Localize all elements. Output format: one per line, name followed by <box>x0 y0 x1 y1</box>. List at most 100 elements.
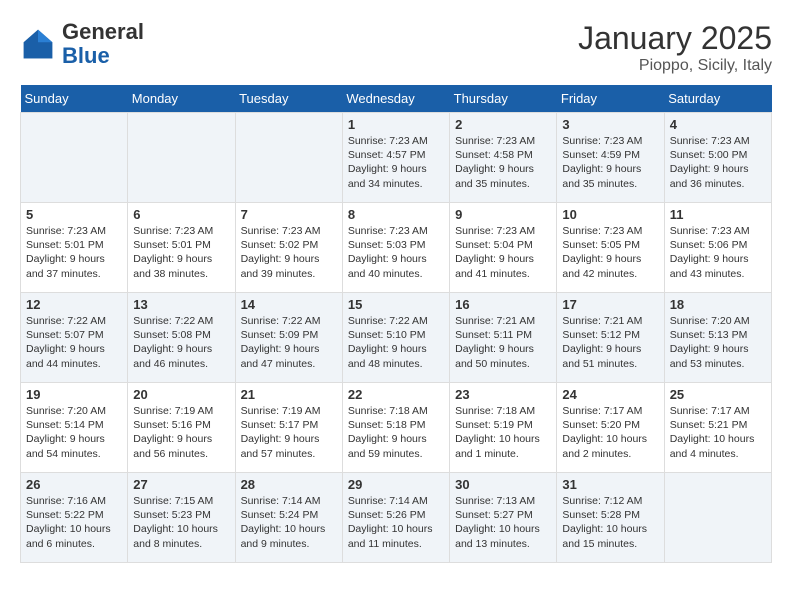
cell-content: Sunrise: 7:21 AM Sunset: 5:12 PM Dayligh… <box>562 314 658 371</box>
cell-content: Sunrise: 7:18 AM Sunset: 5:18 PM Dayligh… <box>348 404 444 461</box>
table-row: 9 Sunrise: 7:23 AM Sunset: 5:04 PM Daylig… <box>450 203 557 293</box>
table-row: 12 Sunrise: 7:22 AM Sunset: 5:07 PM Dayli… <box>21 293 128 383</box>
day-number: 31 <box>562 477 658 492</box>
day-number: 28 <box>241 477 337 492</box>
logo-general: General <box>62 19 144 44</box>
cell-content: Sunrise: 7:22 AM Sunset: 5:07 PM Dayligh… <box>26 314 122 371</box>
calendar-header-row: Sunday Monday Tuesday Wednesday Thursday… <box>21 85 772 113</box>
cell-content: Sunrise: 7:23 AM Sunset: 5:01 PM Dayligh… <box>133 224 229 281</box>
day-number: 10 <box>562 207 658 222</box>
cell-content: Sunrise: 7:20 AM Sunset: 5:14 PM Dayligh… <box>26 404 122 461</box>
table-row: 30Sunrise: 7:13 AM Sunset: 5:27 PM Dayli… <box>450 473 557 563</box>
table-row: 22 Sunrise: 7:18 AM Sunset: 5:18 PM Dayli… <box>342 383 449 473</box>
table-row <box>235 113 342 203</box>
day-number: 6 <box>133 207 229 222</box>
cell-content: Sunrise: 7:16 AM Sunset: 5:22 PM Dayligh… <box>26 494 122 551</box>
day-number: 22 <box>348 387 444 402</box>
table-row: 25 Sunrise: 7:17 AM Sunset: 5:21 PM Dayli… <box>664 383 771 473</box>
cell-content: Sunrise: 7:20 AM Sunset: 5:13 PM Dayligh… <box>670 314 766 371</box>
table-row: 18Sunrise: 7:20 AM Sunset: 5:13 PM Dayli… <box>664 293 771 383</box>
cell-content: Sunrise: 7:14 AM Sunset: 5:24 PM Dayligh… <box>241 494 337 551</box>
table-row: 10 Sunrise: 7:23 AM Sunset: 5:05 PM Dayli… <box>557 203 664 293</box>
day-number: 26 <box>26 477 122 492</box>
day-number: 11 <box>670 207 766 222</box>
header-sunday: Sunday <box>21 85 128 113</box>
cell-content: Sunrise: 7:21 AM Sunset: 5:11 PM Dayligh… <box>455 314 551 371</box>
cell-content: Sunrise: 7:14 AM Sunset: 5:26 PM Dayligh… <box>348 494 444 551</box>
cell-content: Sunrise: 7:22 AM Sunset: 5:09 PM Dayligh… <box>241 314 337 371</box>
table-row: 11Sunrise: 7:23 AM Sunset: 5:06 PM Dayli… <box>664 203 771 293</box>
table-row: 31 Sunrise: 7:12 AM Sunset: 5:28 PM Dayli… <box>557 473 664 563</box>
day-number: 1 <box>348 117 444 132</box>
logo: General Blue <box>20 20 144 68</box>
cell-content: Sunrise: 7:13 AM Sunset: 5:27 PM Dayligh… <box>455 494 551 551</box>
cell-content: Sunrise: 7:17 AM Sunset: 5:21 PM Dayligh… <box>670 404 766 461</box>
cell-content: Sunrise: 7:17 AM Sunset: 5:20 PM Dayligh… <box>562 404 658 461</box>
day-number: 24 <box>562 387 658 402</box>
day-number: 27 <box>133 477 229 492</box>
day-number: 23 <box>455 387 551 402</box>
day-number: 8 <box>348 207 444 222</box>
day-number: 3 <box>562 117 658 132</box>
day-number: 4 <box>670 117 766 132</box>
cell-content: Sunrise: 7:19 AM Sunset: 5:17 PM Dayligh… <box>241 404 337 461</box>
calendar-week-row: 19Sunrise: 7:20 AM Sunset: 5:14 PM Dayli… <box>21 383 772 473</box>
calendar-week-row: 26 Sunrise: 7:16 AM Sunset: 5:22 PM Dayli… <box>21 473 772 563</box>
page-header: General Blue January 2025 Pioppo, Sicily… <box>20 20 772 75</box>
day-number: 25 <box>670 387 766 402</box>
day-number: 2 <box>455 117 551 132</box>
table-row: 21 Sunrise: 7:19 AM Sunset: 5:17 PM Dayli… <box>235 383 342 473</box>
day-number: 7 <box>241 207 337 222</box>
table-row: 26 Sunrise: 7:16 AM Sunset: 5:22 PM Dayli… <box>21 473 128 563</box>
cell-content: Sunrise: 7:23 AM Sunset: 5:02 PM Dayligh… <box>241 224 337 281</box>
header-saturday: Saturday <box>664 85 771 113</box>
day-number: 9 <box>455 207 551 222</box>
day-number: 17 <box>562 297 658 312</box>
cell-content: Sunrise: 7:15 AM Sunset: 5:23 PM Dayligh… <box>133 494 229 551</box>
table-row: 13 Sunrise: 7:22 AM Sunset: 5:08 PM Dayli… <box>128 293 235 383</box>
calendar-week-row: 1 Sunrise: 7:23 AM Sunset: 4:57 PM Daylig… <box>21 113 772 203</box>
table-row: 3Sunrise: 7:23 AM Sunset: 4:59 PM Daylig… <box>557 113 664 203</box>
cell-content: Sunrise: 7:22 AM Sunset: 5:08 PM Dayligh… <box>133 314 229 371</box>
table-row: 24 Sunrise: 7:17 AM Sunset: 5:20 PM Dayli… <box>557 383 664 473</box>
day-number: 12 <box>26 297 122 312</box>
day-number: 5 <box>26 207 122 222</box>
cell-content: Sunrise: 7:23 AM Sunset: 5:01 PM Dayligh… <box>26 224 122 281</box>
day-number: 21 <box>241 387 337 402</box>
calendar-table: Sunday Monday Tuesday Wednesday Thursday… <box>20 85 772 563</box>
table-row: 17 Sunrise: 7:21 AM Sunset: 5:12 PM Dayli… <box>557 293 664 383</box>
title-area: January 2025 Pioppo, Sicily, Italy <box>578 20 772 75</box>
day-number: 20 <box>133 387 229 402</box>
table-row: 16Sunrise: 7:21 AM Sunset: 5:11 PM Dayli… <box>450 293 557 383</box>
day-number: 14 <box>241 297 337 312</box>
cell-content: Sunrise: 7:23 AM Sunset: 5:00 PM Dayligh… <box>670 134 766 191</box>
table-row: 1 Sunrise: 7:23 AM Sunset: 4:57 PM Daylig… <box>342 113 449 203</box>
month-title: January 2025 <box>578 20 772 57</box>
table-row <box>21 113 128 203</box>
cell-content: Sunrise: 7:23 AM Sunset: 5:05 PM Dayligh… <box>562 224 658 281</box>
table-row: 2Sunrise: 7:23 AM Sunset: 4:58 PM Daylig… <box>450 113 557 203</box>
day-number: 15 <box>348 297 444 312</box>
logo-icon <box>20 26 56 62</box>
table-row: 23Sunrise: 7:18 AM Sunset: 5:19 PM Dayli… <box>450 383 557 473</box>
logo-text: General Blue <box>62 20 144 68</box>
table-row: 19Sunrise: 7:20 AM Sunset: 5:14 PM Dayli… <box>21 383 128 473</box>
table-row <box>664 473 771 563</box>
location-subtitle: Pioppo, Sicily, Italy <box>578 57 772 75</box>
calendar-week-row: 5 Sunrise: 7:23 AM Sunset: 5:01 PM Daylig… <box>21 203 772 293</box>
table-row: 27 Sunrise: 7:15 AM Sunset: 5:23 PM Dayli… <box>128 473 235 563</box>
logo-blue: Blue <box>62 43 110 68</box>
table-row: 4 Sunrise: 7:23 AM Sunset: 5:00 PM Daylig… <box>664 113 771 203</box>
cell-content: Sunrise: 7:12 AM Sunset: 5:28 PM Dayligh… <box>562 494 658 551</box>
table-row: 20Sunrise: 7:19 AM Sunset: 5:16 PM Dayli… <box>128 383 235 473</box>
table-row: 29Sunrise: 7:14 AM Sunset: 5:26 PM Dayli… <box>342 473 449 563</box>
day-number: 13 <box>133 297 229 312</box>
cell-content: Sunrise: 7:23 AM Sunset: 4:57 PM Dayligh… <box>348 134 444 191</box>
cell-content: Sunrise: 7:23 AM Sunset: 5:04 PM Dayligh… <box>455 224 551 281</box>
table-row: 7 Sunrise: 7:23 AM Sunset: 5:02 PM Daylig… <box>235 203 342 293</box>
header-friday: Friday <box>557 85 664 113</box>
header-monday: Monday <box>128 85 235 113</box>
cell-content: Sunrise: 7:22 AM Sunset: 5:10 PM Dayligh… <box>348 314 444 371</box>
header-thursday: Thursday <box>450 85 557 113</box>
table-row: 15 Sunrise: 7:22 AM Sunset: 5:10 PM Dayli… <box>342 293 449 383</box>
